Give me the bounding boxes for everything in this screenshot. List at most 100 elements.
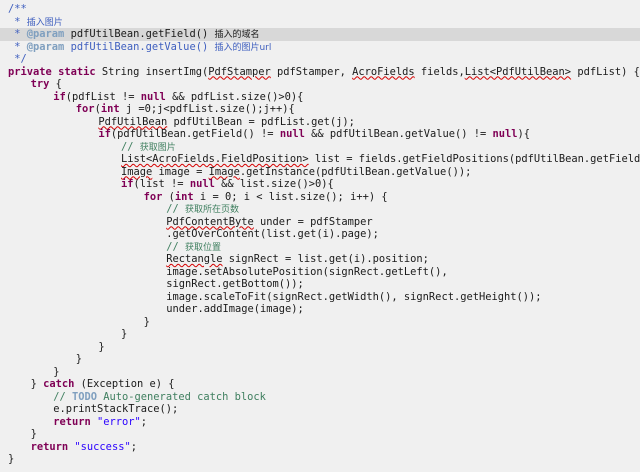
code-line[interactable]: under.addImage(image); [0, 303, 640, 316]
code-token: List<PdfUtilBean> [464, 65, 572, 78]
code-token: * [8, 40, 27, 53]
code-token: // [166, 240, 185, 253]
code-line-content: } [98, 341, 104, 354]
code-line-content: image.scaleToFit(signRect.getWidth(), si… [166, 291, 541, 304]
code-line[interactable]: * @param pdfUtilBean.getField() 插入的域名 [0, 28, 640, 41]
code-line-content: under.addImage(image); [166, 303, 304, 316]
code-token: * [8, 15, 27, 28]
code-token: } [98, 340, 105, 353]
code-token: return [30, 440, 69, 453]
code-token: (list != [133, 178, 190, 190]
code-token: { [49, 78, 62, 90]
code-token: try [30, 78, 50, 90]
code-token: } [121, 328, 128, 340]
code-line[interactable]: return "success"; [0, 441, 640, 454]
code-token: 获取所在页数 [184, 205, 239, 215]
code-line-content: } [121, 328, 127, 341]
code-token: Rectangle [166, 253, 223, 265]
code-line[interactable]: Rectangle signRect = list.get(i).positio… [0, 253, 640, 266]
code-token: e.printStackTrace(); [53, 403, 179, 415]
code-line[interactable]: } [0, 353, 640, 366]
code-token: && list.size()>0){ [214, 178, 334, 190]
code-token: signRect.getBottom()); [166, 278, 304, 290]
code-line[interactable]: // 获取位置 [0, 241, 640, 254]
code-line-content: return "success"; [31, 441, 137, 454]
code-line-content: // 获取图片 [121, 141, 176, 155]
code-line-content: PdfUtilBean pdfUtilBean = pdfList.get(j)… [98, 116, 355, 129]
code-token: if [53, 90, 66, 103]
code-line[interactable]: } [0, 453, 640, 466]
code-line[interactable]: */ [0, 53, 640, 66]
code-line[interactable]: return "error"; [0, 416, 640, 429]
code-token: ; [130, 440, 137, 453]
code-line[interactable]: if(pdfUtilBean.getField() != null && pdf… [0, 128, 640, 141]
code-line[interactable]: * 插入图片 [0, 16, 640, 29]
code-token: int [100, 103, 120, 115]
code-line[interactable]: List<AcroFields.FieldPosition> list = fi… [0, 153, 640, 166]
code-line[interactable]: for (int i = 0; i < list.size(); i++) { [0, 191, 640, 204]
code-token: for [143, 190, 163, 203]
code-line[interactable]: Image image = Image.getInstance(pdfUtilB… [0, 166, 640, 179]
code-line[interactable]: /** [0, 3, 640, 16]
code-line[interactable]: private static String insertImg(PdfStamp… [0, 66, 640, 79]
code-line[interactable]: PdfUtilBean pdfUtilBean = pdfList.get(j)… [0, 116, 640, 129]
code-token: signRect = list.get(i).position; [222, 253, 429, 265]
code-line[interactable]: } [0, 328, 640, 341]
code-line-content: * @param pdfUtilBean.getValue() 插入的图片url [8, 41, 271, 55]
code-token: @param [26, 28, 65, 40]
code-line[interactable]: try { [0, 78, 640, 91]
code-line[interactable]: for(int j =0;j<pdfList.size();j++){ [0, 103, 640, 116]
code-token: 获取位置 [184, 242, 221, 253]
code-token: null [492, 128, 518, 140]
code-token: && pdfList.size()>0){ [165, 90, 304, 103]
code-line[interactable]: } [0, 366, 640, 379]
code-token: PdfContentByte [166, 215, 254, 228]
code-line[interactable]: image.scaleToFit(signRect.getWidth(), si… [0, 291, 640, 304]
code-token: List<AcroFields.FieldPosition> [121, 153, 309, 165]
code-token: under.addImage(image); [166, 303, 304, 315]
code-token: AcroFields [352, 65, 415, 78]
code-line[interactable]: e.printStackTrace(); [0, 403, 640, 416]
code-line-content: return "error"; [53, 416, 147, 429]
code-token: .getOverContent(list.get(i).page); [166, 228, 379, 240]
code-line-content: } [31, 428, 37, 441]
code-line-content: * @param pdfUtilBean.getField() 插入的域名 [8, 28, 259, 42]
code-line[interactable]: image.setAbsolutePosition(signRect.getLe… [0, 266, 640, 279]
code-line[interactable]: } catch (Exception e) { [0, 378, 640, 391]
code-token: i = 0; i < list.size(); i++) { [193, 190, 388, 203]
code-token: static [58, 65, 96, 78]
code-line[interactable]: .getOverContent(list.get(i).page); [0, 228, 640, 241]
code-line-content: PdfContentByte under = pdfStamper [166, 216, 372, 229]
code-token: } [8, 453, 15, 465]
code-token: * [8, 28, 27, 40]
code-line-content: if(list != null && list.size()>0){ [121, 178, 334, 191]
code-line-content: } catch (Exception e) { [31, 378, 175, 391]
code-line[interactable]: // TODO Auto-generated catch block [0, 391, 640, 404]
code-editor[interactable]: /** * 插入图片 * @param pdfUtilBean.getField… [0, 0, 640, 472]
code-token: return [53, 415, 91, 428]
code-token: } [30, 428, 37, 440]
code-token: for [75, 103, 95, 115]
code-token: ){ [517, 128, 531, 140]
code-line[interactable]: if(pdfList != null && pdfList.size()>0){ [0, 91, 640, 104]
code-line-content: } [76, 353, 82, 366]
code-token: && pdfUtilBean.getValue() != [304, 128, 493, 140]
code-line-content: if(pdfList != null && pdfList.size()>0){ [53, 91, 303, 104]
code-token: image.setAbsolutePosition(signRect.getLe… [166, 265, 448, 278]
code-token: if [121, 178, 134, 190]
code-line-content: // TODO Auto-generated catch block [53, 391, 266, 404]
code-line[interactable]: // 获取图片 [0, 141, 640, 154]
code-token: @param [26, 40, 65, 53]
code-line[interactable]: } [0, 428, 640, 441]
code-line[interactable]: * @param pdfUtilBean.getValue() 插入的图片url [0, 41, 640, 54]
code-line[interactable]: if(list != null && list.size()>0){ [0, 178, 640, 191]
code-line[interactable]: } [0, 341, 640, 354]
code-line-content: for(int j =0;j<pdfList.size();j++){ [76, 103, 295, 116]
code-line[interactable]: signRect.getBottom()); [0, 278, 640, 291]
code-line[interactable]: // 获取所在页数 [0, 203, 640, 216]
code-token: j =0;j<pdfList.size();j++){ [119, 103, 295, 115]
code-line[interactable]: PdfContentByte under = pdfStamper [0, 216, 640, 229]
code-line[interactable]: } [0, 316, 640, 329]
code-token: image = [152, 165, 209, 178]
code-token: fields, [414, 65, 465, 78]
